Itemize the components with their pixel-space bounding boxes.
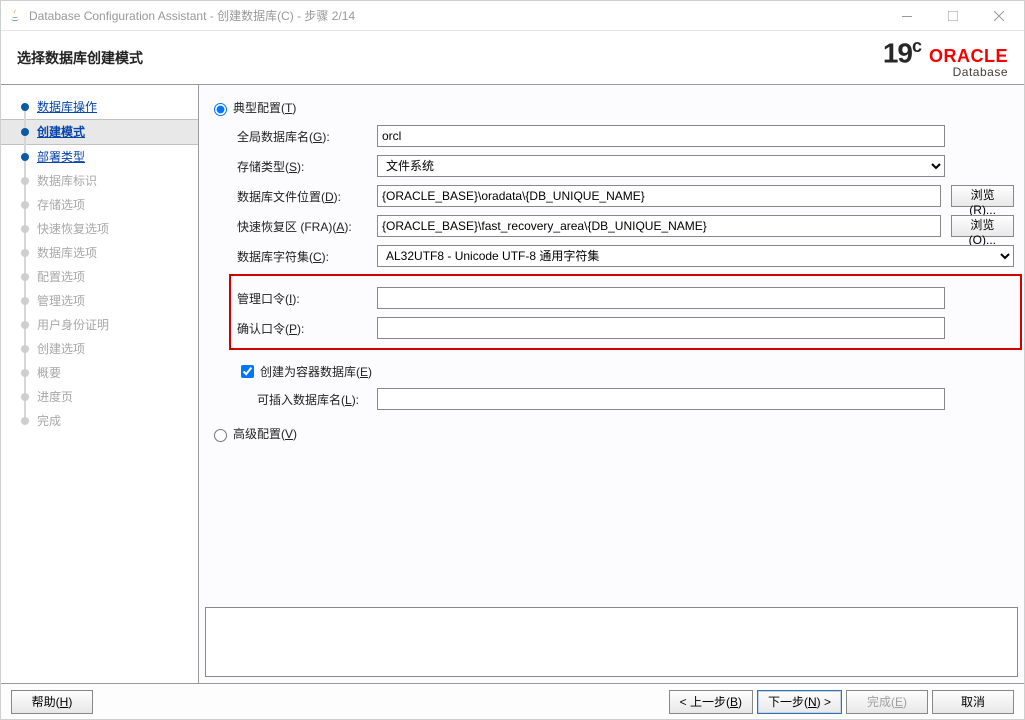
cdb-label: 创建为容器数据库(E) — [260, 363, 372, 380]
step-label: 配置选项 — [37, 270, 85, 284]
step-dot-icon — [21, 369, 29, 377]
cdb-option[interactable]: 创建为容器数据库(E) — [237, 362, 1014, 381]
header: 选择数据库创建模式 19c ORACLE Database — [1, 31, 1024, 85]
step-item: 进度页 — [1, 385, 198, 409]
step-item: 数据库选项 — [1, 241, 198, 265]
titlebar: Database Configuration Assistant - 创建数据库… — [1, 1, 1024, 31]
step-item: 配置选项 — [1, 265, 198, 289]
step-item[interactable]: 数据库操作 — [1, 95, 198, 119]
maximize-button[interactable] — [930, 1, 976, 31]
advanced-config-option[interactable]: 高级配置(V) — [209, 425, 1014, 442]
password-highlight-box: 管理口令(I): 确认口令(P): — [229, 274, 1022, 350]
typical-config-radio[interactable] — [214, 103, 227, 116]
db-file-location-input[interactable] — [377, 185, 941, 207]
step-item: 管理选项 — [1, 289, 198, 313]
global-db-name-input[interactable] — [377, 125, 945, 147]
step-item: 存储选项 — [1, 193, 198, 217]
admin-password-input[interactable] — [377, 287, 945, 309]
logo-product: Database — [953, 65, 1008, 79]
minimize-button[interactable] — [884, 1, 930, 31]
java-icon — [7, 8, 23, 24]
db-file-browse-button[interactable]: 浏览(R)... — [951, 185, 1014, 207]
typical-config-option[interactable]: 典型配置(T) — [209, 99, 1014, 116]
step-dot-icon — [21, 321, 29, 329]
db-file-location-label: 数据库文件位置(D): — [237, 188, 377, 205]
cdb-checkbox[interactable] — [241, 365, 254, 378]
step-item[interactable]: 部署类型 — [1, 145, 198, 169]
step-item[interactable]: 创建模式 — [1, 119, 198, 145]
cancel-button[interactable]: 取消 — [932, 690, 1014, 714]
step-dot-icon — [21, 345, 29, 353]
help-button[interactable]: 帮助(H) — [11, 690, 93, 714]
step-label: 快速恢复选项 — [37, 222, 109, 236]
step-dot-icon — [21, 249, 29, 257]
step-label: 数据库选项 — [37, 246, 97, 260]
charset-select[interactable]: AL32UTF8 - Unicode UTF-8 通用字符集 — [377, 245, 1014, 267]
logo-version-suffix: c — [912, 36, 921, 56]
confirm-password-input[interactable] — [377, 317, 945, 339]
window: Database Configuration Assistant - 创建数据库… — [0, 0, 1025, 720]
step-dot-icon — [21, 201, 29, 209]
body: 数据库操作创建模式部署类型数据库标识存储选项快速恢复选项数据库选项配置选项管理选… — [1, 85, 1024, 683]
pdb-name-label: 可插入数据库名(L): — [257, 391, 377, 408]
step-label: 管理选项 — [37, 294, 85, 308]
storage-type-label: 存储类型(S): — [237, 158, 377, 175]
fra-browse-button[interactable]: 浏览(O)... — [951, 215, 1014, 237]
page-title: 选择数据库创建模式 — [17, 48, 883, 68]
step-label: 概要 — [37, 366, 61, 380]
step-item: 数据库标识 — [1, 169, 198, 193]
step-item: 完成 — [1, 409, 198, 433]
step-label[interactable]: 数据库操作 — [37, 100, 97, 114]
step-label[interactable]: 部署类型 — [37, 150, 85, 164]
logo-brand: ORACLE — [929, 47, 1008, 65]
step-dot-icon — [21, 153, 29, 161]
advanced-config-label: 高级配置(V) — [233, 425, 297, 442]
admin-password-label: 管理口令(I): — [237, 290, 377, 307]
step-label: 存储选项 — [37, 198, 85, 212]
back-button[interactable]: < 上一步(B) — [669, 690, 753, 714]
next-button[interactable]: 下一步(N) > — [757, 690, 842, 714]
footer: 帮助(H) < 上一步(B) 下一步(N) > 完成(E) 取消 — [1, 683, 1024, 719]
oracle-logo: 19c ORACLE Database — [883, 36, 1008, 79]
step-item: 创建选项 — [1, 337, 198, 361]
form-area: 典型配置(T) 全局数据库名(G): 存储类型(S): — [199, 85, 1024, 607]
step-dot-icon — [21, 297, 29, 305]
close-button[interactable] — [976, 1, 1022, 31]
step-label: 进度页 — [37, 390, 73, 404]
logo-version: 19 — [883, 37, 912, 68]
sidebar: 数据库操作创建模式部署类型数据库标识存储选项快速恢复选项数据库选项配置选项管理选… — [1, 85, 199, 683]
description-box — [205, 607, 1018, 677]
step-dot-icon — [21, 225, 29, 233]
step-item: 用户身份证明 — [1, 313, 198, 337]
step-label: 创建选项 — [37, 342, 85, 356]
step-dot-icon — [21, 103, 29, 111]
step-dot-icon — [21, 177, 29, 185]
step-item: 快速恢复选项 — [1, 217, 198, 241]
fra-label: 快速恢复区 (FRA)(A): — [237, 218, 377, 235]
window-title: Database Configuration Assistant - 创建数据库… — [29, 7, 355, 24]
step-dot-icon — [21, 393, 29, 401]
step-dot-icon — [21, 128, 29, 136]
advanced-config-radio[interactable] — [214, 429, 227, 442]
main-panel: 典型配置(T) 全局数据库名(G): 存储类型(S): — [199, 85, 1024, 683]
confirm-password-label: 确认口令(P): — [237, 320, 377, 337]
storage-type-select[interactable]: 文件系统 — [377, 155, 945, 177]
charset-label: 数据库字符集(C): — [237, 248, 377, 265]
step-label[interactable]: 创建模式 — [37, 125, 85, 139]
global-db-name-label: 全局数据库名(G): — [237, 128, 377, 145]
step-item: 概要 — [1, 361, 198, 385]
finish-button: 完成(E) — [846, 690, 928, 714]
step-dot-icon — [21, 273, 29, 281]
typical-config-label: 典型配置(T) — [233, 99, 296, 116]
fra-input[interactable] — [377, 215, 941, 237]
step-label: 用户身份证明 — [37, 318, 109, 332]
pdb-name-input[interactable] — [377, 388, 945, 410]
step-label: 数据库标识 — [37, 174, 97, 188]
step-dot-icon — [21, 417, 29, 425]
step-label: 完成 — [37, 414, 61, 428]
typical-subform: 全局数据库名(G): 存储类型(S): 文件系统 — [209, 124, 1014, 411]
